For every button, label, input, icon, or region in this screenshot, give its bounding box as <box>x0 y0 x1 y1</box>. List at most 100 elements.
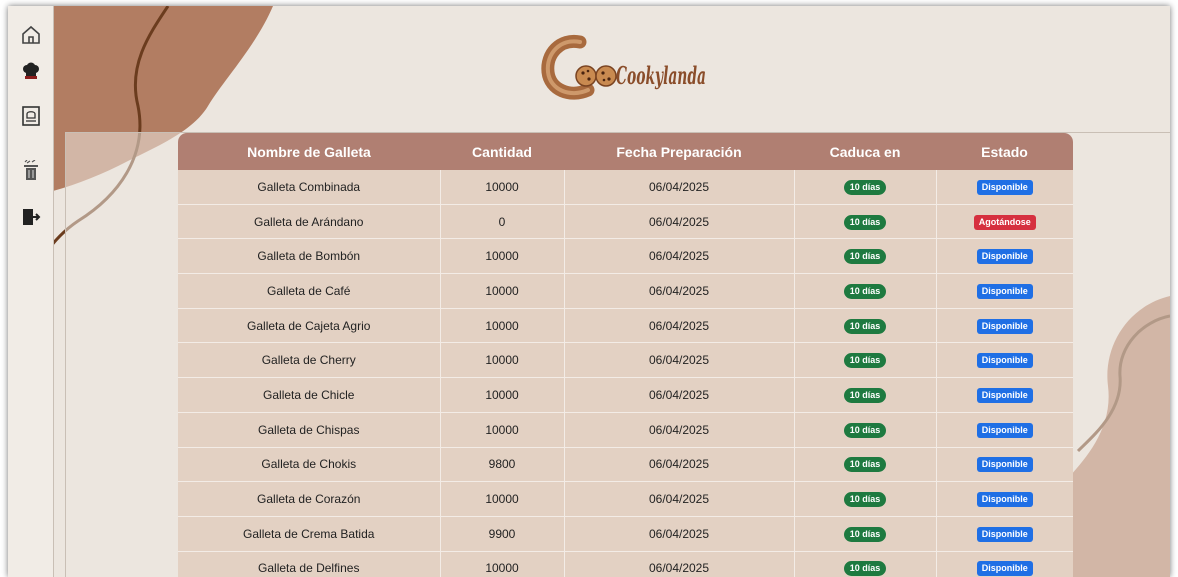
status-badge: Disponible <box>976 457 1033 473</box>
cell-cantidad: 10000 <box>440 377 565 413</box>
cell-estado: Agotándose <box>936 204 1073 240</box>
cell-cantidad: 10000 <box>440 481 565 517</box>
sidebar <box>8 6 54 577</box>
table-row: Galleta de Crema Batida 9900 06/04/2025 10 … <box>178 516 1073 552</box>
cell-caduca: 10 días <box>794 273 937 309</box>
table-row: Galleta de Café 10000 06/04/2025 10 días Dis… <box>178 273 1073 309</box>
cell-caduca: 10 días <box>794 481 937 517</box>
logout-icon <box>23 209 41 225</box>
cell-estado: Disponible <box>936 377 1073 413</box>
cell-estado: Disponible <box>936 412 1073 448</box>
header-estado: Estado <box>936 133 1073 170</box>
cell-caduca: 10 días <box>794 204 937 240</box>
table-row: Galleta de Chispas 10000 06/04/2025 10 días… <box>178 412 1073 448</box>
sidebar-item-waste[interactable] <box>16 156 46 186</box>
cell-nombre: Galleta de Café <box>178 273 441 309</box>
status-badge: Disponible <box>976 422 1033 438</box>
cell-nombre: Galleta de Chokis <box>178 447 441 483</box>
cell-estado: Disponible <box>936 551 1073 577</box>
table-row: Galleta de Cherry 10000 06/04/2025 10 días D… <box>178 342 1073 379</box>
header-nombre: Nombre de Galleta <box>178 133 440 170</box>
cell-nombre: Galleta de Delfines <box>178 551 441 577</box>
cell-caduca: 10 días <box>794 551 937 577</box>
table-row: Galleta de Cajeta Agrio 10000 06/04/2025 10… <box>178 308 1073 344</box>
status-badge: Agotándose <box>973 214 1036 230</box>
cell-caduca: 10 días <box>794 170 937 205</box>
status-badge: Disponible <box>976 179 1033 195</box>
cell-fecha: 06/04/2025 <box>564 342 795 379</box>
cell-estado: Disponible <box>936 516 1073 552</box>
cell-nombre: Galleta de Corazón <box>178 481 441 517</box>
cell-caduca: 10 días <box>794 412 937 448</box>
expiry-badge: 10 días <box>843 318 887 334</box>
status-badge: Disponible <box>976 283 1033 299</box>
table-row: Galleta Combinada 10000 06/04/2025 10 días D… <box>178 170 1073 205</box>
expiry-badge: 10 días <box>843 214 887 230</box>
cell-nombre: Galleta de Crema Batida <box>178 516 441 552</box>
expiry-badge: 10 días <box>843 179 887 195</box>
header-caduca: Caduca en <box>794 133 936 170</box>
status-badge: Disponible <box>976 353 1033 369</box>
cookylanda-logo: Cookylanda <box>541 34 706 100</box>
cell-cantidad: 10000 <box>440 273 565 309</box>
header-cantidad: Cantidad <box>440 133 564 170</box>
recipe-book-icon <box>22 106 40 126</box>
cell-estado: Disponible <box>936 238 1073 275</box>
cell-cantidad: 10000 <box>440 412 565 448</box>
cell-caduca: 10 días <box>794 447 937 483</box>
table-body: Galleta Combinada 10000 06/04/2025 10 días D… <box>178 170 1073 577</box>
table-row: Galleta de Bombón 10000 06/04/2025 10 días D… <box>178 238 1073 275</box>
cell-estado: Disponible <box>936 273 1073 309</box>
cell-nombre: Galleta de Cajeta Agrio <box>178 308 441 344</box>
expiry-badge: 10 días <box>843 561 887 577</box>
cell-fecha: 06/04/2025 <box>564 308 795 344</box>
cell-fecha: 06/04/2025 <box>564 170 795 205</box>
cell-cantidad: 10000 <box>440 342 565 379</box>
inventory-table: Nombre de Galleta Cantidad Fecha Prepara… <box>178 133 1073 577</box>
cell-cantidad: 10000 <box>440 170 565 205</box>
cell-estado: Disponible <box>936 447 1073 483</box>
cell-fecha: 06/04/2025 <box>564 551 795 577</box>
cell-fecha: 06/04/2025 <box>564 447 795 483</box>
cell-cantidad: 10000 <box>440 308 565 344</box>
sidebar-item-logout[interactable] <box>16 202 46 232</box>
cell-cantidad: 0 <box>440 204 565 240</box>
inventory-table-container: Nombre de Galleta Cantidad Fecha Prepara… <box>178 133 1073 577</box>
cell-cantidad: 10000 <box>440 238 565 275</box>
expiry-badge: 10 días <box>843 492 887 508</box>
cell-estado: Disponible <box>936 342 1073 379</box>
cell-fecha: 06/04/2025 <box>564 516 795 552</box>
cell-cantidad: 9900 <box>440 516 565 552</box>
expiry-badge: 10 días <box>843 353 887 369</box>
sidebar-item-recipes[interactable] <box>16 101 46 131</box>
expiry-badge: 10 días <box>843 526 887 542</box>
cell-fecha: 06/04/2025 <box>564 273 795 309</box>
sidebar-item-home[interactable] <box>16 20 46 50</box>
expiry-badge: 10 días <box>843 422 887 438</box>
table-row: Galleta de Arándano 0 06/04/2025 10 días Ago… <box>178 204 1073 240</box>
cell-caduca: 10 días <box>794 377 937 413</box>
home-icon <box>22 25 40 44</box>
app-window: Cookylanda Nombre de Galleta Cantidad Fe… <box>8 6 1170 577</box>
cell-caduca: 10 días <box>794 238 937 275</box>
cell-estado: Disponible <box>936 481 1073 517</box>
table-row: Galleta de Chicle 10000 06/04/2025 10 días D… <box>178 377 1073 413</box>
header-fecha: Fecha Preparación <box>564 133 794 170</box>
cell-cantidad: 10000 <box>440 551 565 577</box>
cell-nombre: Galleta de Arándano <box>178 204 441 240</box>
trash-icon <box>24 160 38 180</box>
table-row: Galleta de Delfines 10000 06/04/2025 10 día… <box>178 551 1073 577</box>
chef-hat-icon <box>23 62 39 79</box>
table-row: Galleta de Chokis 9800 06/04/2025 10 días Di… <box>178 447 1073 483</box>
cell-cantidad: 9800 <box>440 447 565 483</box>
cell-nombre: Galleta de Chicle <box>178 377 441 413</box>
cell-fecha: 06/04/2025 <box>564 412 795 448</box>
cell-caduca: 10 días <box>794 516 937 552</box>
sidebar-item-chef[interactable] <box>16 56 46 86</box>
logo-text: Cookylanda <box>616 61 706 90</box>
cell-fecha: 06/04/2025 <box>564 238 795 275</box>
cell-caduca: 10 días <box>794 342 937 379</box>
cell-nombre: Galleta de Chispas <box>178 412 441 448</box>
status-badge: Disponible <box>976 387 1033 403</box>
cell-nombre: Galleta de Cherry <box>178 342 441 379</box>
